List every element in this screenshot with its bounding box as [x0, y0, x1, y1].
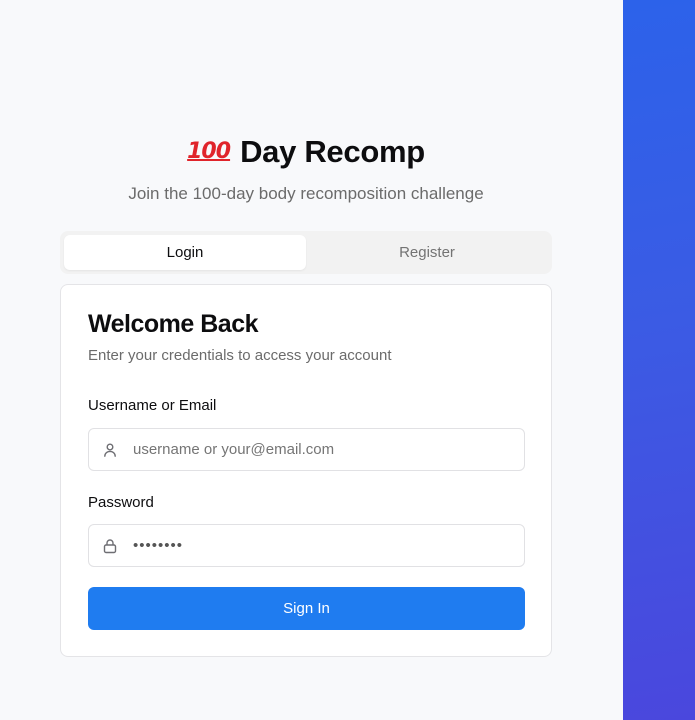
- user-icon: [101, 441, 119, 459]
- lock-icon: [101, 537, 119, 555]
- card-description: Enter your credentials to access your ac…: [88, 347, 392, 364]
- auth-tabs: Login Register: [60, 231, 552, 274]
- title-row: 100 Day Recomp: [60, 130, 552, 174]
- tab-register[interactable]: Register: [306, 235, 548, 270]
- login-pane: 100 Day Recomp Join the 100-day body rec…: [0, 0, 623, 720]
- login-card: Welcome Back Enter your credentials to a…: [60, 284, 552, 657]
- sign-in-button[interactable]: Sign In: [88, 587, 525, 630]
- username-field-wrapper[interactable]: [88, 428, 525, 471]
- brand-side-panel: [623, 0, 695, 720]
- app-header: 100 Day Recomp Join the 100-day body rec…: [60, 130, 552, 204]
- username-label: Username or Email: [88, 397, 217, 414]
- app-title: Day Recomp: [240, 134, 425, 169]
- card-title: Welcome Back: [88, 310, 259, 338]
- tab-login[interactable]: Login: [64, 235, 306, 270]
- password-label: Password: [88, 494, 154, 511]
- hundred-points-emoji-icon: 100: [187, 139, 231, 164]
- password-field-wrapper[interactable]: ••••••••: [88, 524, 525, 567]
- app-subtitle: Join the 100-day body recomposition chal…: [128, 184, 484, 203]
- username-input[interactable]: [133, 441, 513, 458]
- password-input[interactable]: ••••••••: [133, 537, 183, 554]
